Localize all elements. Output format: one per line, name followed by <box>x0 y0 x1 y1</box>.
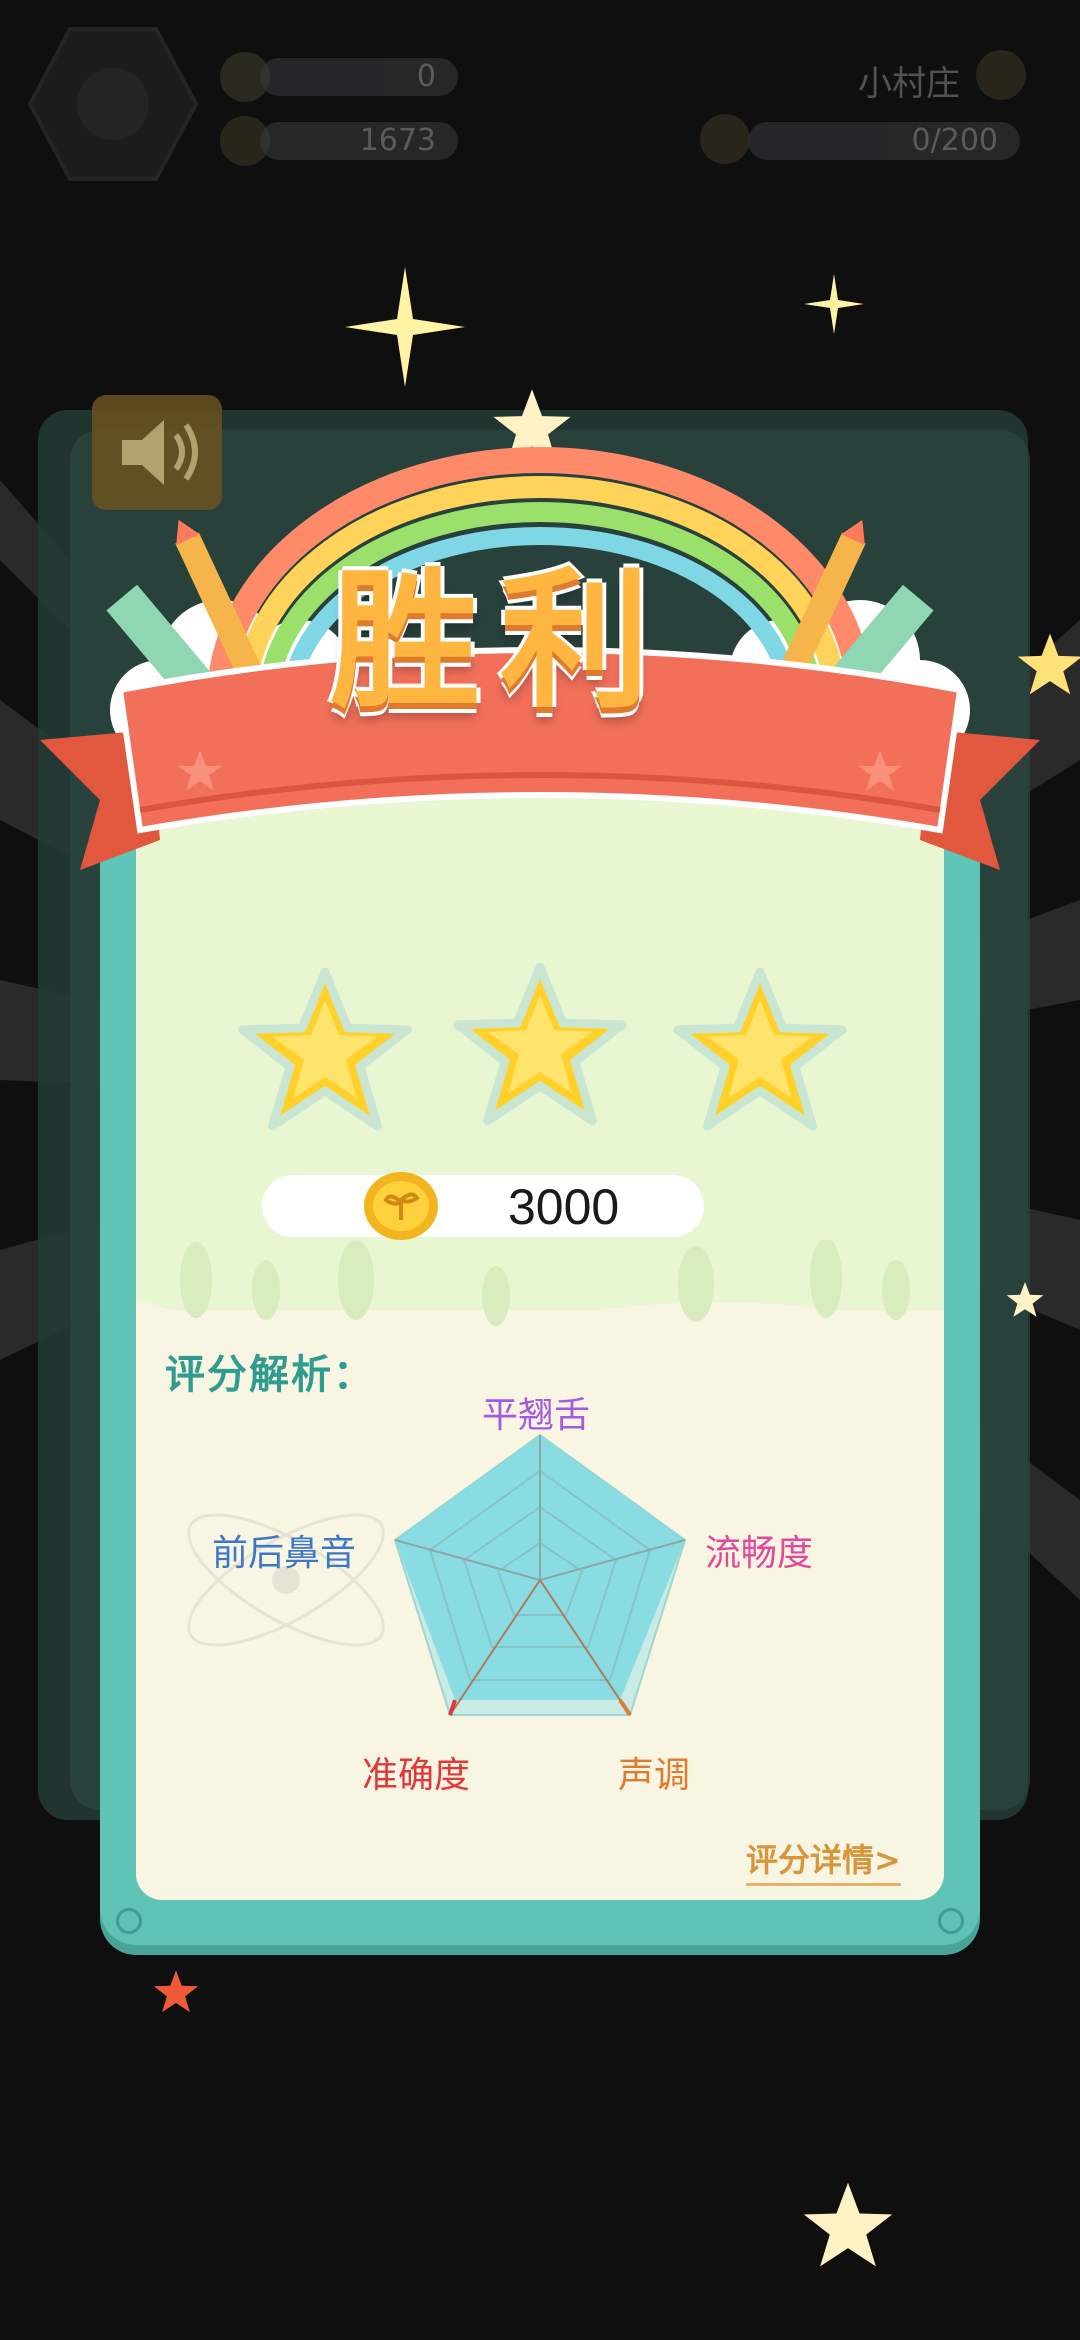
coins-counter: 1673 <box>260 122 458 160</box>
radar-label-accuracy: 准确度 <box>362 1755 471 1796</box>
star-decoration-icon <box>803 2182 893 2267</box>
analysis-title: 评分解析： <box>165 1352 375 1398</box>
stars-value: 0 <box>416 59 436 94</box>
avatar-icon[interactable] <box>28 24 198 184</box>
earned-star-icon <box>238 967 412 1131</box>
coins-value: 1673 <box>359 123 436 158</box>
reward-coins-value: 3000 <box>508 1179 620 1235</box>
star-decoration-icon <box>1006 1282 1044 1317</box>
cat-icon <box>700 114 750 164</box>
earned-star-icon <box>453 962 627 1126</box>
score-details-link[interactable]: 评分详情> <box>746 1835 901 1886</box>
progress-value: 0/200 <box>911 123 998 158</box>
radar-label-fluency: 流畅度 <box>705 1533 814 1574</box>
sprout-coin-icon <box>364 1172 438 1240</box>
medal-icon <box>976 50 1026 100</box>
corner-rivet <box>938 1908 964 1934</box>
earned-star-icon <box>673 967 847 1131</box>
radar-label-nasal: 前后鼻音 <box>212 1533 357 1574</box>
corner-rivet <box>116 1908 142 1934</box>
village-progress: 0/200 <box>748 122 1020 160</box>
star-decoration-icon <box>153 1970 199 2013</box>
radar-chart <box>393 1433 687 1717</box>
village-label: 小村庄 <box>858 64 960 104</box>
reward-pill <box>262 1175 704 1237</box>
radar-label-tone: 声调 <box>618 1755 691 1796</box>
radar-label-retroflex: 平翘舌 <box>482 1395 591 1436</box>
sparkle-icon <box>804 274 864 334</box>
victory-title: 胜利 <box>330 555 671 729</box>
sparkle-icon <box>345 267 465 387</box>
stars-counter: 0 <box>260 58 458 96</box>
